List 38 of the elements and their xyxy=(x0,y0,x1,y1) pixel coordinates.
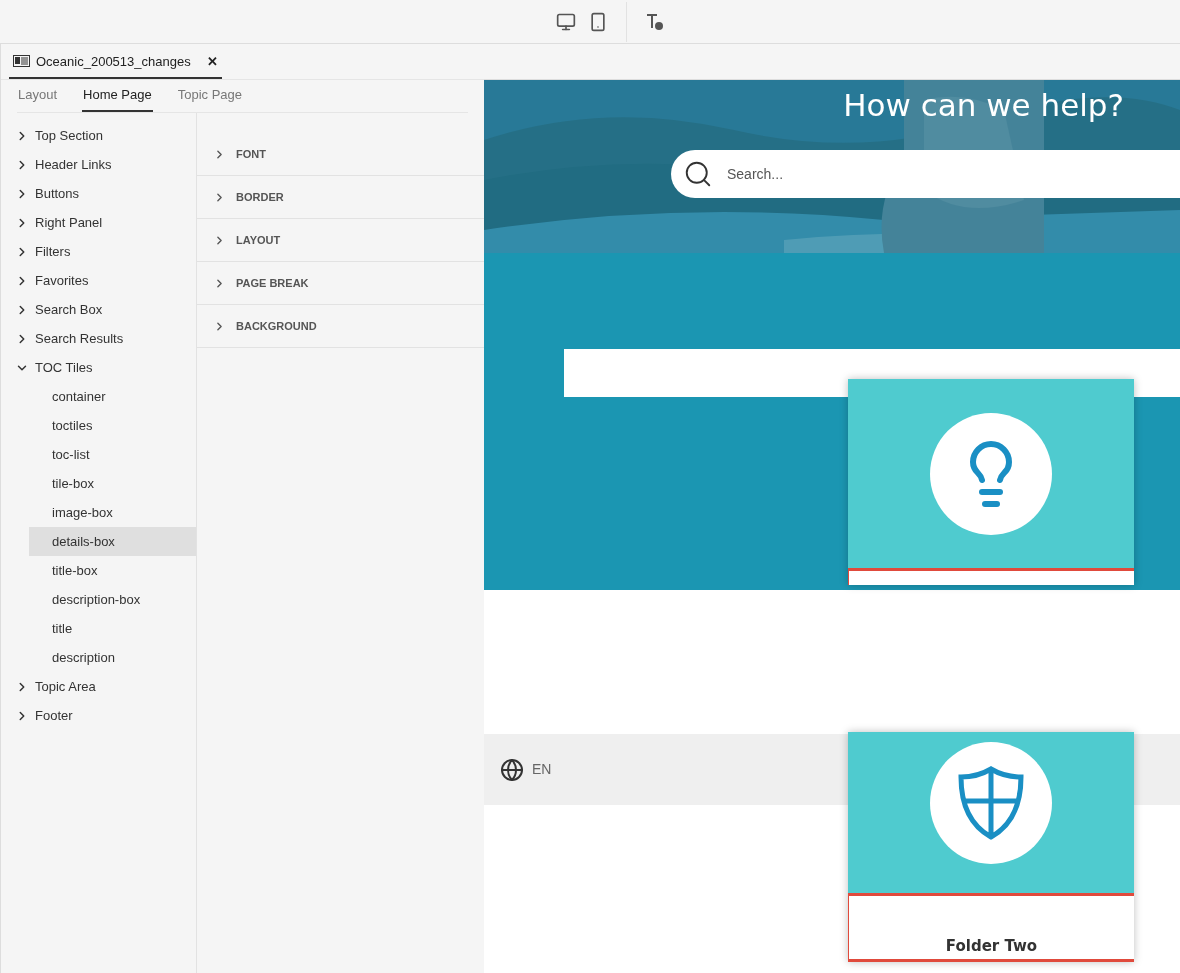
tree-item[interactable]: tile-box xyxy=(29,469,196,498)
tree-item[interactable]: description xyxy=(29,643,196,672)
text-style-icon xyxy=(644,11,665,32)
tab[interactable]: Layout xyxy=(17,80,59,112)
tree-item[interactable]: Footer xyxy=(1,701,196,730)
tree-item[interactable]: Filters xyxy=(1,237,196,266)
tile-title: Folder Two xyxy=(945,935,1038,957)
tree-item[interactable]: toc-list xyxy=(29,440,196,469)
document-title: Oceanic_200513_changes xyxy=(36,52,191,71)
tile-card[interactable]: Folder Two xyxy=(848,732,1134,962)
tab[interactable]: Home Page xyxy=(82,80,153,112)
tree-item[interactable]: Search Results xyxy=(1,324,196,353)
tree-item[interactable]: Right Panel xyxy=(1,208,196,237)
search-icon xyxy=(683,159,713,189)
tree-item[interactable]: container xyxy=(29,382,196,411)
shield-icon xyxy=(957,764,1025,841)
tree-item[interactable]: image-box xyxy=(29,498,196,527)
search-input[interactable]: Search... xyxy=(727,163,908,185)
tree-item[interactable]: Buttons xyxy=(1,179,196,208)
desktop-icon xyxy=(555,11,576,32)
document-icon xyxy=(13,55,30,68)
tree-item[interactable]: title xyxy=(29,614,196,643)
tree-item[interactable]: Topic Area xyxy=(1,672,196,701)
tree-item[interactable]: details-box xyxy=(29,527,196,556)
tree-item[interactable]: Search Box xyxy=(1,295,196,324)
document-tab[interactable]: Oceanic_200513_changes ✕ xyxy=(9,51,222,79)
close-button[interactable]: ✕ xyxy=(206,51,218,71)
tab[interactable]: Topic Page xyxy=(176,80,244,112)
language-label: EN xyxy=(532,760,552,779)
tree-item[interactable]: Header Links xyxy=(1,150,196,179)
tree-item[interactable]: description-box xyxy=(29,585,196,614)
tree-item[interactable]: TOC Tiles xyxy=(1,353,196,382)
tree-item[interactable]: Top Section xyxy=(1,121,196,150)
globe-icon xyxy=(500,757,524,782)
tree-item[interactable]: title-box xyxy=(29,556,196,585)
tree-item[interactable]: Favorites xyxy=(1,266,196,295)
hero-heading: How can we help? xyxy=(843,86,1124,125)
tree-item[interactable]: toctiles xyxy=(29,411,196,440)
